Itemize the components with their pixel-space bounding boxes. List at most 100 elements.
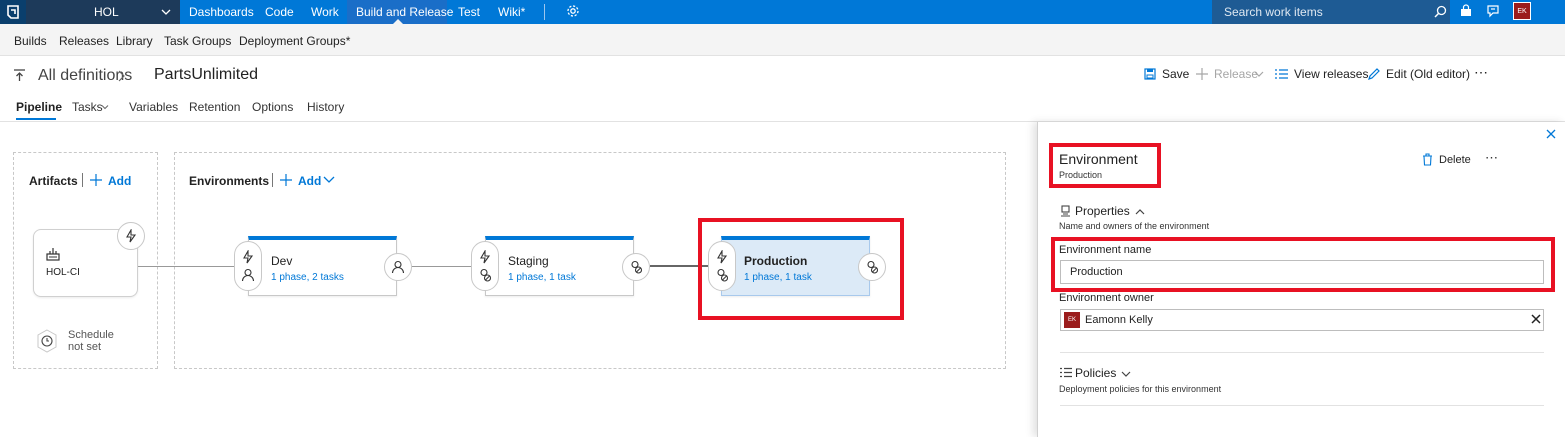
continuous-deployment-trigger-button[interactable] [117, 222, 145, 250]
sub-navigation-bar: Builds Releases Library Task Groups Depl… [0, 24, 1565, 56]
environment-summary-link[interactable]: 1 phase, 2 tasks [271, 272, 344, 283]
lightning-trigger-icon [480, 250, 491, 264]
pre-deployment-conditions-staging[interactable] [471, 241, 499, 291]
artifact-to-dev-connector [138, 266, 238, 267]
lightning-trigger-icon [126, 229, 137, 243]
post-deployment-conditions-production[interactable] [858, 253, 886, 281]
add-environment-button[interactable]: Add [298, 174, 321, 188]
environment-card-production[interactable]: Production 1 phase, 1 task [721, 236, 870, 296]
properties-icon [1061, 205, 1070, 217]
chevron-down-icon [161, 9, 171, 15]
vsts-logo-icon [7, 5, 19, 19]
edit-old-editor-button[interactable]: Edit (Old editor) [1386, 67, 1470, 81]
chevron-down-icon[interactable] [1121, 370, 1131, 378]
dev-to-staging-connector [412, 266, 472, 267]
list-icon [1275, 69, 1288, 79]
nav-divider [544, 4, 545, 20]
environment-name: Staging [508, 254, 549, 268]
chevron-down-icon [1254, 71, 1264, 77]
schedule-status: Schedule not set [68, 329, 114, 353]
add-icon[interactable] [90, 174, 102, 186]
project-name: HOL [94, 5, 119, 19]
owner-avatar: EK [1064, 312, 1080, 328]
pencil-icon [1368, 68, 1380, 80]
no-approver-icon [867, 260, 879, 274]
top-navigation-bar: HOL Dashboards Code Work Build and Relea… [0, 0, 1565, 24]
save-button[interactable]: Save [1162, 67, 1189, 81]
plus-icon [1196, 68, 1208, 80]
tab-retention[interactable]: Retention [189, 100, 240, 114]
nav-test[interactable]: Test [458, 5, 480, 19]
vsts-logo[interactable] [0, 0, 26, 24]
delete-environment-button[interactable]: Delete [1439, 154, 1471, 166]
nav-build-and-release[interactable]: Build and Release [356, 5, 453, 19]
environment-name: Dev [271, 254, 293, 268]
schedule-clock-icon[interactable] [36, 329, 58, 353]
approver-person-icon [391, 260, 405, 274]
chevron-down-icon[interactable] [323, 175, 335, 185]
section-divider [1060, 352, 1544, 353]
chevron-up-icon[interactable] [1135, 208, 1145, 216]
post-deployment-conditions-dev[interactable] [384, 253, 412, 281]
add-icon[interactable] [280, 174, 292, 186]
trash-icon [1423, 153, 1432, 166]
nav-dashboards[interactable]: Dashboards [189, 5, 254, 19]
tab-pipeline[interactable]: Pipeline [16, 100, 62, 114]
environment-summary-link[interactable]: 1 phase, 1 task [508, 272, 576, 283]
more-actions-button[interactable]: ⋯ [1474, 64, 1489, 81]
subnav-library[interactable]: Library [116, 34, 153, 48]
marketplace-bag-icon[interactable] [1459, 4, 1473, 18]
panel-subtitle: Production [1059, 170, 1103, 180]
policies-list-icon [1060, 367, 1072, 378]
tab-options[interactable]: Options [252, 100, 293, 114]
environment-card-staging[interactable]: Staging 1 phase, 1 task [485, 236, 634, 296]
pre-deployment-conditions-production[interactable] [708, 241, 736, 291]
no-approver-icon [631, 260, 643, 274]
environment-name-input[interactable] [1060, 260, 1544, 284]
no-approver-icon [717, 268, 729, 282]
chevron-right-icon [118, 70, 125, 82]
environment-owner-field[interactable]: EK Eamonn Kelly [1060, 309, 1544, 331]
add-artifact-button[interactable]: Add [108, 174, 131, 188]
schedule-status-line2: not set [68, 341, 102, 353]
title-divider [82, 173, 83, 187]
environment-owner-label: Environment owner [1059, 292, 1154, 304]
panel-title: Environment [1059, 151, 1138, 167]
tab-variables[interactable]: Variables [129, 100, 178, 114]
pre-deployment-conditions-dev[interactable] [234, 241, 262, 291]
release-button[interactable]: Release [1214, 67, 1258, 81]
panel-more-actions-button[interactable]: ⋯ [1485, 150, 1499, 166]
subnav-deployment-groups[interactable]: Deployment Groups* [239, 34, 350, 48]
nav-work[interactable]: Work [311, 5, 339, 19]
nav-wiki[interactable]: Wiki* [498, 5, 525, 19]
properties-section-title[interactable]: Properties [1075, 204, 1130, 218]
subnav-releases[interactable]: Releases [59, 34, 109, 48]
help-feedback-icon[interactable] [1486, 4, 1500, 18]
gear-icon[interactable] [566, 4, 580, 18]
environments-title: Environments [189, 174, 270, 188]
artifacts-title: Artifacts [29, 174, 78, 188]
subnav-task-groups[interactable]: Task Groups [164, 34, 231, 48]
subnav-builds[interactable]: Builds [14, 34, 47, 48]
environment-summary-link[interactable]: 1 phase, 1 task [744, 272, 812, 283]
close-icon[interactable] [1545, 128, 1557, 140]
user-avatar[interactable]: EK [1513, 2, 1531, 20]
active-tab-underline [16, 118, 56, 120]
tab-tasks[interactable]: Tasks [72, 100, 103, 114]
policies-section-title[interactable]: Policies [1075, 366, 1116, 380]
page-title[interactable]: PartsUnlimited [154, 66, 258, 84]
title-divider [272, 173, 273, 187]
lightning-trigger-icon [717, 250, 728, 264]
save-icon [1144, 68, 1156, 80]
nav-code[interactable]: Code [265, 5, 294, 19]
environment-card-dev[interactable]: Dev 1 phase, 2 tasks [248, 236, 397, 296]
clear-owner-icon[interactable] [1530, 313, 1542, 325]
environment-name-label: Environment name [1059, 244, 1152, 256]
view-releases-button[interactable]: View releases [1294, 67, 1368, 81]
search-work-items-box[interactable]: Search work items [1212, 0, 1450, 24]
search-icon[interactable] [1434, 5, 1447, 18]
tab-history[interactable]: History [307, 100, 344, 114]
schedule-status-line1: Schedule [68, 329, 114, 341]
project-selector[interactable]: HOL [26, 0, 180, 24]
post-deployment-conditions-staging[interactable] [622, 253, 650, 281]
